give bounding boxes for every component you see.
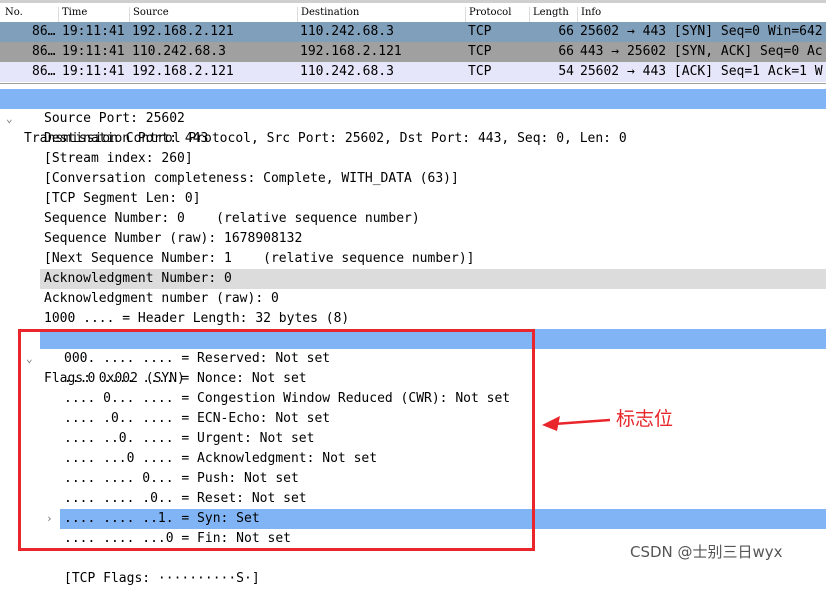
cell-protocol: TCP — [468, 44, 492, 59]
detail-field[interactable]: [Next Sequence Number: 1 (relative seque… — [0, 249, 826, 269]
detail-field[interactable]: Acknowledgment number (raw): 0 — [0, 289, 826, 309]
field-label: Acknowledgment number (raw): 0 — [44, 291, 279, 306]
col-no[interactable]: No. — [2, 7, 23, 23]
detail-field[interactable]: [Conversation completeness: Complete, WI… — [0, 169, 826, 189]
packet-row[interactable]: 86… 19:11:41 110.242.68.3 192.168.2.121 TCP 6… — [0, 42, 826, 62]
field-label: [Conversation completeness: Complete, WI… — [44, 171, 459, 186]
cell-length: 66 — [558, 44, 574, 59]
cell-source: 110.242.68.3 — [132, 44, 226, 59]
cell-source: 192.168.2.121 — [132, 24, 234, 39]
cell-destination: 110.242.68.3 — [300, 24, 394, 39]
col-source[interactable]: Source — [129, 7, 169, 23]
field-label: Sequence Number: 0 (relative sequence nu… — [44, 211, 420, 226]
cell-info: 25602 → 443 [ACK] Seq=1 Ack=1 W — [580, 64, 823, 79]
tcp-header-row[interactable]: ⌄ Transmission Control Protocol, Src Por… — [0, 89, 826, 146]
field-label: Destination Port: 443 — [44, 131, 209, 146]
field-label: [Stream index: 260] — [44, 151, 193, 166]
cell-destination: 110.242.68.3 — [300, 64, 394, 79]
cell-no: 86… — [32, 44, 56, 59]
detail-field[interactable]: Sequence Number (raw): 1678908132 — [0, 229, 826, 249]
field-label: [Next Sequence Number: 1 (relative seque… — [44, 251, 475, 266]
field-label: [TCP Segment Len: 0] — [44, 191, 201, 206]
packet-row[interactable]: 86… 19:11:41 192.168.2.121 110.242.68.3 TCP 6… — [0, 22, 826, 42]
cell-destination: 192.168.2.121 — [300, 44, 402, 59]
cell-source: 192.168.2.121 — [132, 64, 234, 79]
field-label: Source Port: 25602 — [44, 111, 185, 126]
cell-protocol: TCP — [468, 64, 492, 79]
cell-no: 86… — [32, 64, 56, 79]
annotation-box — [18, 329, 535, 551]
cell-time: 19:11:41 — [62, 24, 125, 39]
col-time[interactable]: Time — [58, 7, 87, 23]
cell-time: 19:11:41 — [62, 64, 125, 79]
field-label: Sequence Number (raw): 1678908132 — [44, 231, 303, 246]
detail-field[interactable]: [Stream index: 260] — [0, 149, 826, 169]
tcp-flags-label: [TCP Flags: ··········S·] — [64, 571, 260, 586]
detail-field[interactable]: Destination Port: 443 — [0, 129, 826, 149]
cell-no: 86… — [32, 24, 56, 39]
packet-row[interactable]: 86… 19:11:41 192.168.2.121 110.242.68.3 TCP 5… — [0, 62, 826, 82]
col-protocol[interactable]: Protocol — [465, 7, 511, 23]
packet-list-header: No. Time Source Destination Protocol Len… — [0, 3, 826, 23]
detail-field[interactable]: Source Port: 25602 — [0, 109, 826, 129]
field-label: 1000 .... = Header Length: 32 bytes (8) — [44, 311, 350, 326]
annotation-label: 标志位 — [616, 408, 674, 430]
detail-field[interactable]: Acknowledgment Number: 0 — [40, 269, 826, 289]
field-label: Acknowledgment Number: 0 — [44, 271, 232, 286]
col-info[interactable]: Info — [577, 7, 601, 23]
detail-field[interactable]: 1000 .... = Header Length: 32 bytes (8) — [0, 309, 826, 329]
col-destination[interactable]: Destination — [297, 7, 359, 23]
cell-info: 25602 → 443 [SYN] Seq=0 Win=642 — [580, 24, 823, 39]
col-length[interactable]: Length — [529, 7, 569, 23]
cell-length: 66 — [558, 24, 574, 39]
cell-length: 54 — [558, 64, 574, 79]
watermark: CSDN @士别三日wyx — [630, 543, 783, 561]
detail-field[interactable]: Sequence Number: 0 (relative sequence nu… — [0, 209, 826, 229]
cell-time: 19:11:41 — [62, 44, 125, 59]
arrow-icon — [542, 416, 611, 431]
packet-list: No. Time Source Destination Protocol Len… — [0, 0, 826, 84]
cell-protocol: TCP — [468, 24, 492, 39]
cell-info: 443 → 25602 [SYN, ACK] Seq=0 Ac — [580, 44, 823, 59]
detail-field[interactable]: [TCP Segment Len: 0] — [0, 189, 826, 209]
